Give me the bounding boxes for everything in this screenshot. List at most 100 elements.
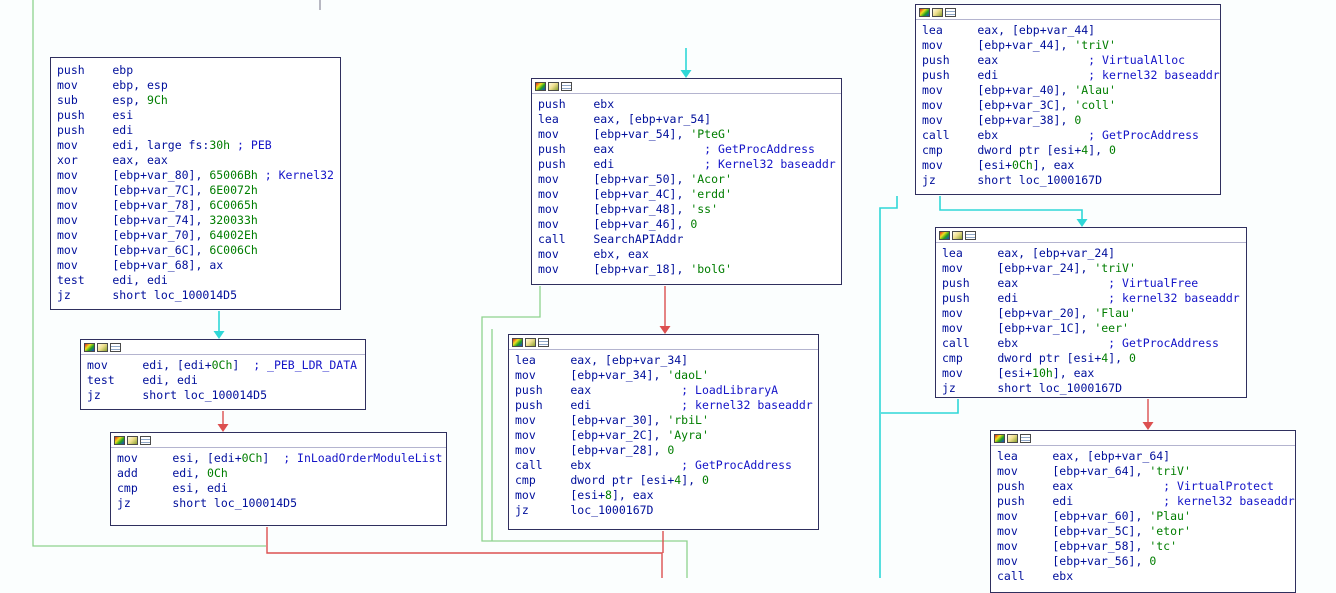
asm-line[interactable]: mov [ebp+var_58], 'tc' <box>997 539 1295 554</box>
asm-line[interactable]: add edi, 0Ch <box>117 466 446 481</box>
asm-line[interactable]: mov [ebp+var_54], 'PteG' <box>538 127 841 142</box>
basic-block-peb-ldr-data[interactable]: mov edi, [edi+0Ch] ; _PEB_LDR_DATAtest e… <box>80 339 366 410</box>
asm-line[interactable]: push eax ; VirtualAlloc <box>922 53 1220 68</box>
asm-line[interactable]: mov [ebp+var_80], 65006Bh ; Kernel32 <box>57 168 340 183</box>
copy-text-icon[interactable] <box>945 8 956 17</box>
asm-line[interactable]: mov [esi+10h], eax <box>942 366 1246 381</box>
asm-line[interactable]: mov [ebp+var_70], 64002Eh <box>57 228 340 243</box>
asm-line[interactable]: push edi ; kernel32 baseaddr <box>922 68 1220 83</box>
copy-text-icon[interactable] <box>561 82 572 91</box>
asm-line[interactable]: cmp esi, edi <box>117 481 446 496</box>
edit-comment-icon[interactable] <box>127 436 138 445</box>
asm-line[interactable]: call SearchAPIAddr <box>538 232 841 247</box>
asm-line[interactable]: mov [ebp+var_24], 'triV' <box>942 261 1246 276</box>
asm-line[interactable]: mov [ebp+var_56], 0 <box>997 554 1295 569</box>
asm-line[interactable]: push edi ; kernel32 baseaddr <box>997 494 1295 509</box>
asm-line[interactable]: mov [ebp+var_44], 'triV' <box>922 38 1220 53</box>
asm-line[interactable]: jz loc_1000167D <box>515 503 818 518</box>
asm-line[interactable]: push edi ; kernel32 baseaddr <box>942 291 1246 306</box>
node-color-icon[interactable] <box>994 434 1005 443</box>
asm-line[interactable]: mov [ebp+var_4C], 'erdd' <box>538 187 841 202</box>
asm-line[interactable]: mov [ebp+var_46], 0 <box>538 217 841 232</box>
asm-line[interactable]: push eax ; GetProcAddress <box>538 142 841 157</box>
asm-line[interactable]: mov [ebp+var_5C], 'etor' <box>997 524 1295 539</box>
basic-block-virtualprotect[interactable]: lea eax, [ebp+var_64]mov [ebp+var_64], '… <box>990 430 1296 593</box>
asm-line[interactable]: push ebp <box>57 63 340 78</box>
asm-line[interactable]: jz short loc_1000167D <box>922 173 1220 188</box>
copy-text-icon[interactable] <box>1020 434 1031 443</box>
basic-block-module-list[interactable]: mov esi, [edi+0Ch] ; InLoadOrderModuleLi… <box>110 432 447 526</box>
asm-line[interactable]: push edi ; kernel32 baseaddr <box>515 398 818 413</box>
edit-comment-icon[interactable] <box>1007 434 1018 443</box>
asm-line[interactable]: mov [ebp+var_20], 'Flau' <box>942 306 1246 321</box>
asm-line[interactable]: mov [esi+8], eax <box>515 488 818 503</box>
asm-line[interactable]: mov [ebp+var_2C], 'Ayra' <box>515 428 818 443</box>
basic-block-virtualalloc[interactable]: lea eax, [ebp+var_44]mov [ebp+var_44], '… <box>915 4 1221 195</box>
asm-line[interactable]: mov [ebp+var_28], 0 <box>515 443 818 458</box>
asm-line[interactable]: sub esp, 9Ch <box>57 93 340 108</box>
basic-block-entry[interactable]: push ebpmov ebp, espsub esp, 9Chpush esi… <box>50 57 341 310</box>
asm-line[interactable]: lea eax, [ebp+var_44] <box>922 23 1220 38</box>
node-color-icon[interactable] <box>84 343 95 352</box>
asm-line[interactable]: call ebx ; GetProcAddress <box>942 336 1246 351</box>
edit-comment-icon[interactable] <box>952 231 963 240</box>
asm-line[interactable]: xor eax, eax <box>57 153 340 168</box>
asm-line[interactable]: mov [ebp+var_7C], 6E0072h <box>57 183 340 198</box>
asm-line[interactable]: mov [ebp+var_48], 'ss' <box>538 202 841 217</box>
copy-text-icon[interactable] <box>110 343 121 352</box>
asm-line[interactable]: call ebx ; GetProcAddress <box>922 128 1220 143</box>
asm-line[interactable]: mov [ebp+var_30], 'rbiL' <box>515 413 818 428</box>
asm-line[interactable]: lea eax, [ebp+var_34] <box>515 353 818 368</box>
asm-line[interactable]: mov [ebp+var_18], 'bolG' <box>538 262 841 277</box>
basic-block-virtualfree[interactable]: lea eax, [ebp+var_24]mov [ebp+var_24], '… <box>935 227 1247 398</box>
node-color-icon[interactable] <box>512 338 523 347</box>
asm-line[interactable]: jz short loc_100014D5 <box>87 388 365 403</box>
asm-line[interactable]: mov [esi+0Ch], eax <box>922 158 1220 173</box>
node-color-icon[interactable] <box>939 231 950 240</box>
asm-line[interactable]: push edi ; Kernel32 baseaddr <box>538 157 841 172</box>
asm-line[interactable]: push edi <box>57 123 340 138</box>
asm-line[interactable]: mov [ebp+var_34], 'daoL' <box>515 368 818 383</box>
asm-line[interactable]: test edi, edi <box>57 273 340 288</box>
asm-line[interactable]: test edi, edi <box>87 373 365 388</box>
asm-line[interactable]: jz short loc_1000167D <box>942 381 1246 396</box>
copy-text-icon[interactable] <box>538 338 549 347</box>
asm-line[interactable]: mov [ebp+var_6C], 6C006Ch <box>57 243 340 258</box>
node-color-icon[interactable] <box>919 8 930 17</box>
asm-line[interactable]: push esi <box>57 108 340 123</box>
asm-line[interactable]: cmp dword ptr [esi+4], 0 <box>942 351 1246 366</box>
asm-line[interactable]: mov [ebp+var_40], 'Alau' <box>922 83 1220 98</box>
asm-line[interactable]: push eax ; LoadLibraryA <box>515 383 818 398</box>
asm-line[interactable]: call ebx ; GetProcAddress <box>515 458 818 473</box>
asm-line[interactable]: mov [ebp+var_38], 0 <box>922 113 1220 128</box>
asm-line[interactable]: mov ebx, eax <box>538 247 841 262</box>
asm-line[interactable]: mov [ebp+var_50], 'Acor' <box>538 172 841 187</box>
asm-line[interactable]: mov edi, large fs:30h ; PEB <box>57 138 340 153</box>
asm-line[interactable]: mov [ebp+var_64], 'triV' <box>997 464 1295 479</box>
asm-line[interactable]: mov [ebp+var_1C], 'eer' <box>942 321 1246 336</box>
asm-line[interactable]: mov [ebp+var_68], ax <box>57 258 340 273</box>
asm-line[interactable]: jz short loc_100014D5 <box>57 288 340 303</box>
asm-line[interactable]: cmp dword ptr [esi+4], 0 <box>515 473 818 488</box>
edit-comment-icon[interactable] <box>97 343 108 352</box>
asm-line[interactable]: mov [ebp+var_60], 'Plau' <box>997 509 1295 524</box>
node-color-icon[interactable] <box>535 82 546 91</box>
asm-line[interactable]: mov [ebp+var_74], 320033h <box>57 213 340 228</box>
asm-line[interactable]: push eax ; VirtualProtect <box>997 479 1295 494</box>
copy-text-icon[interactable] <box>965 231 976 240</box>
asm-line[interactable]: lea eax, [ebp+var_24] <box>942 246 1246 261</box>
asm-line[interactable]: mov [ebp+var_78], 6C0065h <box>57 198 340 213</box>
copy-text-icon[interactable] <box>140 436 151 445</box>
asm-line[interactable]: mov esi, [edi+0Ch] ; InLoadOrderModuleLi… <box>117 451 446 466</box>
edit-comment-icon[interactable] <box>932 8 943 17</box>
basic-block-loadlibrarya[interactable]: lea eax, [ebp+var_34]mov [ebp+var_34], '… <box>508 334 819 530</box>
asm-line[interactable]: call ebx <box>997 569 1295 584</box>
node-color-icon[interactable] <box>114 436 125 445</box>
asm-line[interactable]: mov ebp, esp <box>57 78 340 93</box>
asm-line[interactable]: mov [ebp+var_3C], 'coll' <box>922 98 1220 113</box>
asm-line[interactable]: cmp dword ptr [esi+4], 0 <box>922 143 1220 158</box>
asm-line[interactable]: lea eax, [ebp+var_54] <box>538 112 841 127</box>
edit-comment-icon[interactable] <box>525 338 536 347</box>
asm-line[interactable]: push ebx <box>538 97 841 112</box>
asm-line[interactable]: lea eax, [ebp+var_64] <box>997 449 1295 464</box>
